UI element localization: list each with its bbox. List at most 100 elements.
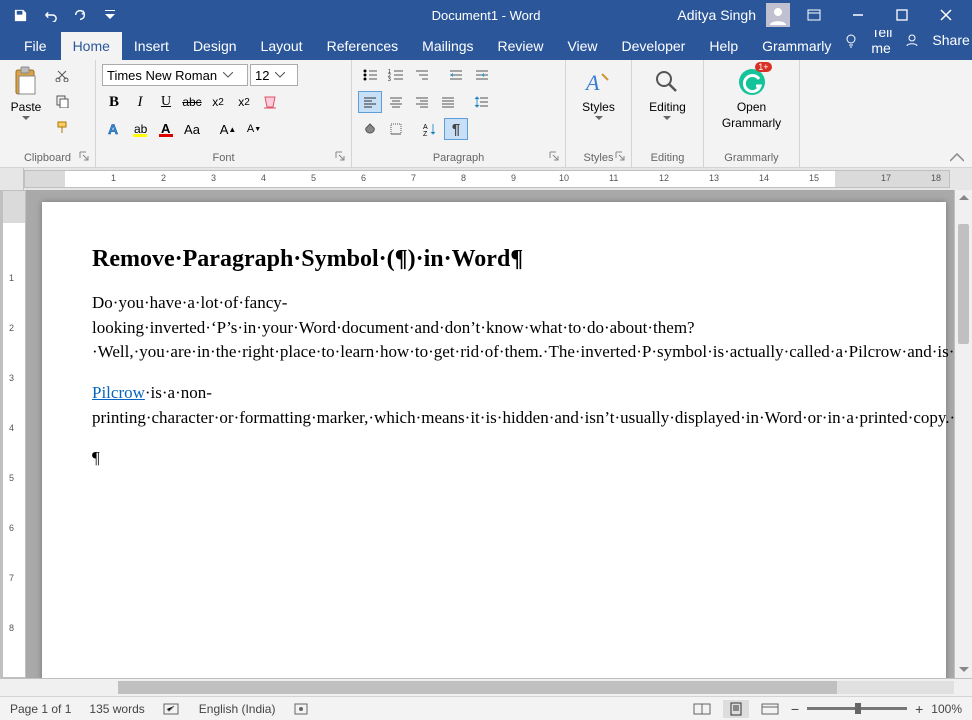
sort-button[interactable]: AZ [418,118,442,140]
read-mode-button[interactable] [689,700,715,718]
zoom-out-button[interactable]: − [791,701,799,717]
tab-grammarly[interactable]: Grammarly [750,32,843,60]
bold-button[interactable]: B [102,91,126,113]
undo-button[interactable] [36,3,64,27]
tab-layout[interactable]: Layout [249,32,315,60]
vertical-scrollbar[interactable] [954,190,972,678]
vertical-ruler[interactable]: 1 2 3 4 5 6 7 8 [2,190,26,678]
shrink-font-button[interactable]: A▼ [242,118,266,140]
grow-font-button[interactable]: A▲ [216,118,240,140]
tab-mailings[interactable]: Mailings [410,32,485,60]
borders-button[interactable] [384,118,408,140]
italic-button[interactable]: I [128,91,152,113]
page-indicator[interactable]: Page 1 of 1 [10,702,71,716]
decrease-indent-button[interactable] [444,64,468,86]
word-count[interactable]: 135 words [89,702,144,716]
subscript-button[interactable]: x2 [206,91,230,113]
qat-customize-button[interactable] [96,3,124,27]
font-dialog-launcher[interactable] [334,150,348,164]
format-painter-button[interactable] [50,116,74,138]
close-button[interactable] [926,0,966,30]
language-indicator[interactable]: English (India) [199,702,276,716]
styles-dialog-launcher[interactable] [614,150,628,164]
paragraph-dialog-launcher[interactable] [548,150,562,164]
document-viewport[interactable]: Remove·Paragraph·Symbol·(¶)·in·Word¶ Do·… [26,190,954,678]
web-layout-button[interactable] [757,700,783,718]
horizontal-ruler[interactable]: 1 2 3 4 5 6 7 8 9 10 11 12 13 14 15 17 1… [24,170,950,188]
multilevel-list-button[interactable] [410,64,434,86]
copy-button[interactable] [50,90,74,112]
doc-paragraph-2[interactable]: Pilcrow·is·a·non-printing·character·or·f… [92,381,866,430]
minimize-button[interactable] [838,0,878,30]
increase-indent-button[interactable] [470,64,494,86]
change-case-button[interactable]: Aa [180,118,204,140]
chevron-down-icon [663,116,671,121]
zoom-in-button[interactable]: + [915,701,923,717]
line-spacing-button[interactable] [470,91,494,113]
title-bar: Document1 - Word Aditya Singh [0,0,972,30]
paste-button[interactable]: Paste [6,64,46,123]
zoom-slider[interactable] [807,707,907,710]
underline-button[interactable]: U [154,91,178,113]
strikethrough-button[interactable]: abc [180,91,204,113]
tab-design[interactable]: Design [181,32,249,60]
tab-home[interactable]: Home [61,32,122,60]
open-grammarly-button[interactable]: 1+ Open Grammarly [718,64,785,132]
user-name-label[interactable]: Aditya Singh [677,7,756,23]
grammarly-icon: 1+ [736,66,768,98]
macro-icon[interactable] [293,702,309,716]
doc-paragraph-1[interactable]: Do·you·have·a·lot·of·fancy-looking·inver… [92,291,866,365]
font-name-combo[interactable]: Times New Roman [102,64,248,86]
justify-button[interactable] [436,91,460,113]
text-effects-button[interactable]: A [102,118,126,140]
spellcheck-icon[interactable] [163,702,181,716]
chevron-down-icon [595,116,603,121]
numbering-button[interactable]: 123 [384,64,408,86]
doc-paragraph-3[interactable]: ¶ [92,446,866,471]
doc-heading[interactable]: Remove·Paragraph·Symbol·(¶)·in·Word¶ [92,246,866,273]
show-hide-pilcrow-button[interactable]: ¶ [444,118,468,140]
tab-references[interactable]: References [315,32,411,60]
grammarly-group-label: Grammarly [710,152,793,167]
cut-button[interactable] [50,64,74,86]
align-left-button[interactable] [358,91,382,113]
clipboard-group-label: Clipboard [6,152,89,167]
ribbon-display-button[interactable] [794,0,834,30]
scroll-thumb-h[interactable] [118,681,837,694]
zoom-level[interactable]: 100% [931,702,962,716]
tab-help[interactable]: Help [697,32,750,60]
svg-text:ab: ab [134,122,148,136]
scroll-up-icon[interactable] [955,190,972,206]
maximize-button[interactable] [882,0,922,30]
highlight-button[interactable]: ab [128,118,152,140]
scroll-down-icon[interactable] [955,662,972,678]
zoom-slider-handle[interactable] [855,703,861,714]
grammarly-label-1: Open [737,100,766,114]
font-color-button[interactable]: A [154,118,178,140]
align-center-button[interactable] [384,91,408,113]
tab-insert[interactable]: Insert [122,32,181,60]
tab-developer[interactable]: Developer [610,32,698,60]
shading-button[interactable] [358,118,382,140]
clipboard-dialog-launcher[interactable] [78,150,92,164]
horizontal-scrollbar[interactable] [0,678,972,696]
document-page[interactable]: Remove·Paragraph·Symbol·(¶)·in·Word¶ Do·… [42,202,946,678]
print-layout-button[interactable] [723,700,749,718]
bullets-button[interactable] [358,64,382,86]
tab-review[interactable]: Review [486,32,556,60]
tab-view[interactable]: View [555,32,609,60]
scroll-thumb[interactable] [958,224,969,344]
share-button[interactable]: Share [932,32,969,48]
collapse-ribbon-button[interactable] [950,153,964,163]
font-size-combo[interactable]: 12 [250,64,298,86]
editing-button[interactable]: Editing [645,64,690,123]
superscript-button[interactable]: x2 [232,91,256,113]
tab-file[interactable]: File [10,32,61,60]
pilcrow-link[interactable]: Pilcrow [92,383,145,402]
clear-formatting-button[interactable] [258,91,282,113]
redo-button[interactable] [66,3,94,27]
save-button[interactable] [6,3,34,27]
align-right-button[interactable] [410,91,434,113]
styles-button[interactable]: A Styles [578,64,619,123]
user-avatar-icon[interactable] [766,3,790,27]
